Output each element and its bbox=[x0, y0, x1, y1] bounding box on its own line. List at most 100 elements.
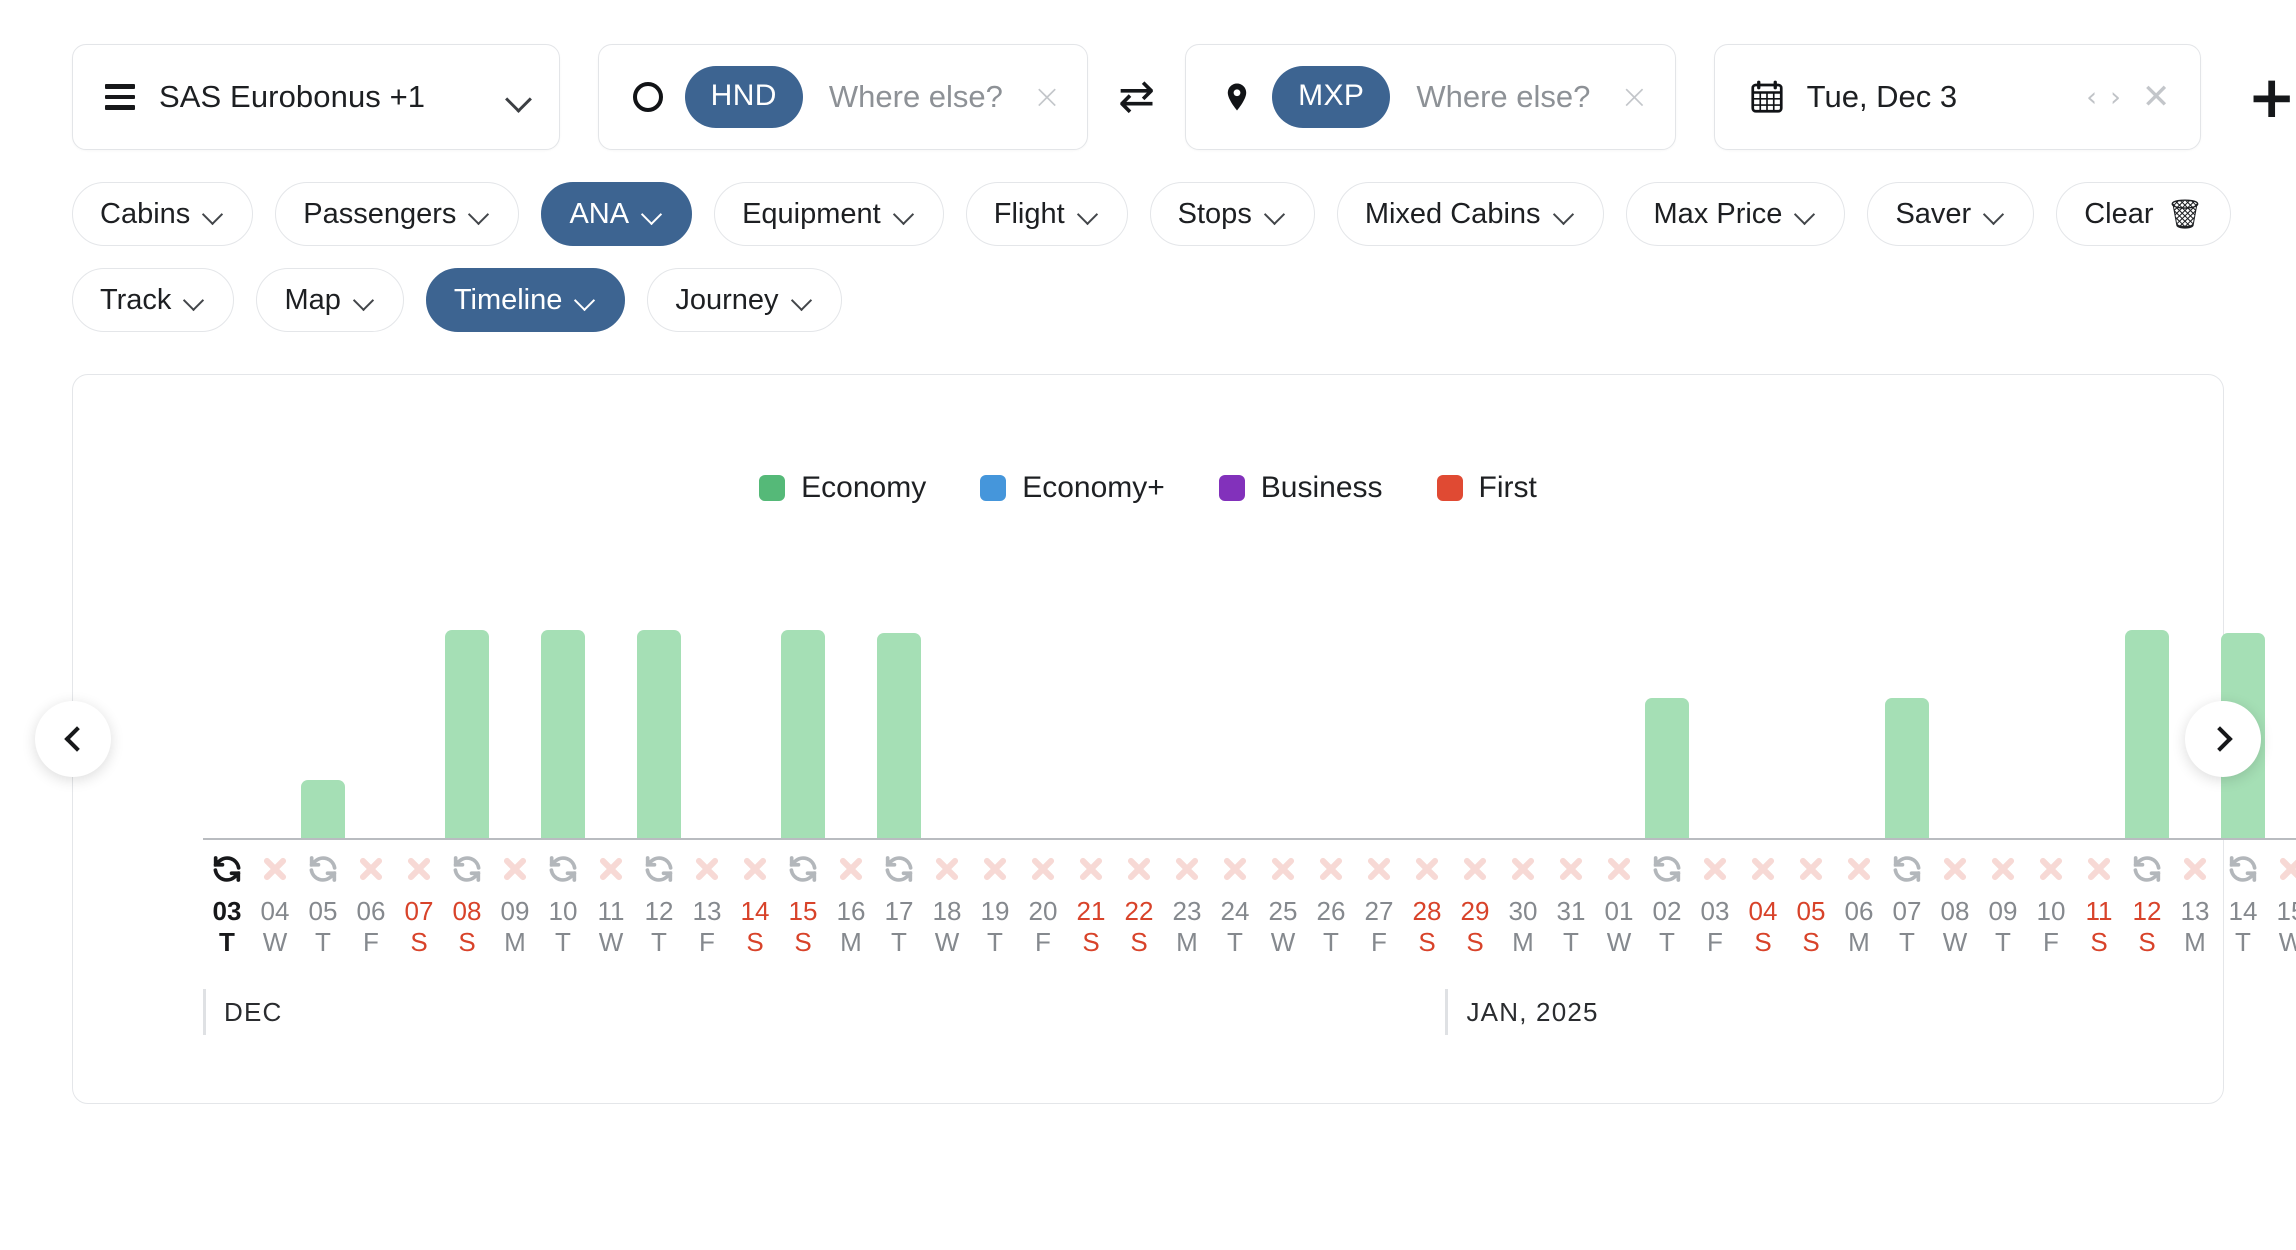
sync-icon[interactable] bbox=[1650, 840, 1684, 898]
chart-bar[interactable] bbox=[637, 630, 681, 839]
timeline-day-column[interactable]: 11 S bbox=[2075, 595, 2123, 958]
sync-icon[interactable] bbox=[306, 840, 340, 898]
timeline-day-column[interactable]: 04 S bbox=[1739, 595, 1787, 958]
next-page-button[interactable] bbox=[2185, 701, 2261, 777]
timeline-day-column[interactable]: 25 W bbox=[1259, 595, 1307, 958]
x-icon[interactable] bbox=[1843, 840, 1875, 898]
timeline-day-column[interactable]: 10 F bbox=[2027, 595, 2075, 958]
x-icon[interactable] bbox=[1555, 840, 1587, 898]
chart-bar[interactable] bbox=[1645, 698, 1689, 839]
origin-code-pill[interactable]: HND bbox=[684, 66, 803, 128]
legend-item-economy-[interactable]: Economy+ bbox=[980, 471, 1165, 505]
x-icon[interactable] bbox=[1747, 840, 1779, 898]
filter-chip-mixed-cabins[interactable]: Mixed Cabins bbox=[1336, 182, 1604, 246]
origin-clear-icon[interactable]: × bbox=[1033, 80, 1062, 114]
prev-page-button[interactable] bbox=[35, 701, 111, 777]
timeline-day-column[interactable]: 22 S bbox=[1115, 595, 1163, 958]
filter-chip-passengers[interactable]: Passengers bbox=[275, 182, 520, 246]
x-icon[interactable] bbox=[1027, 840, 1059, 898]
x-icon[interactable] bbox=[1267, 840, 1299, 898]
x-icon[interactable] bbox=[1123, 840, 1155, 898]
timeline-day-column[interactable]: 29 S bbox=[1451, 595, 1499, 958]
timeline-day-column[interactable]: 20 F bbox=[1019, 595, 1067, 958]
chart-bar[interactable] bbox=[877, 633, 921, 839]
x-icon[interactable] bbox=[1699, 840, 1731, 898]
x-icon[interactable] bbox=[259, 840, 291, 898]
date-field[interactable]: Tue, Dec 3 ‹ › ✕ bbox=[1713, 44, 2202, 150]
x-icon[interactable] bbox=[1603, 840, 1635, 898]
timeline-day-column[interactable]: 26 T bbox=[1307, 595, 1355, 958]
x-icon[interactable] bbox=[2083, 840, 2115, 898]
timeline-day-column[interactable]: 11 W bbox=[587, 595, 635, 958]
chart-bar[interactable] bbox=[781, 630, 825, 839]
timeline-day-column[interactable]: 06 F bbox=[347, 595, 395, 958]
sync-icon[interactable] bbox=[450, 840, 484, 898]
timeline-day-column[interactable]: 05 S bbox=[1787, 595, 1835, 958]
timeline-day-column[interactable]: 18 W bbox=[923, 595, 971, 958]
timeline-day-column[interactable]: 07 T bbox=[1883, 595, 1931, 958]
swap-icon[interactable]: ⇄ bbox=[1118, 75, 1155, 119]
destination-input[interactable]: Where else? bbox=[1416, 79, 1612, 115]
timeline-day-column[interactable]: 31 T bbox=[1547, 595, 1595, 958]
sync-icon[interactable] bbox=[882, 840, 916, 898]
origin-input[interactable]: Where else? bbox=[829, 79, 1025, 115]
timeline-day-column[interactable]: 23 M bbox=[1163, 595, 1211, 958]
filter-chip-flight[interactable]: Flight bbox=[965, 182, 1128, 246]
date-clear-icon[interactable]: ✕ bbox=[2142, 80, 2171, 114]
timeline-day-column[interactable]: 15 S bbox=[779, 595, 827, 958]
chart-bar[interactable] bbox=[301, 780, 345, 839]
timeline-day-column[interactable]: 28 S bbox=[1403, 595, 1451, 958]
chart-bar[interactable] bbox=[541, 630, 585, 839]
timeline-day-column[interactable]: 06 M bbox=[1835, 595, 1883, 958]
sync-icon[interactable] bbox=[2226, 840, 2260, 898]
date-prev-icon[interactable]: ‹ bbox=[2086, 84, 2097, 111]
legend-item-first[interactable]: First bbox=[1436, 471, 1537, 505]
timeline-day-column[interactable]: 17 T bbox=[875, 595, 923, 958]
timeline-day-column[interactable]: 04 W bbox=[251, 595, 299, 958]
sync-icon[interactable] bbox=[210, 840, 244, 898]
timeline-day-column[interactable]: 09 T bbox=[1979, 595, 2027, 958]
timeline-day-column[interactable]: 21 S bbox=[1067, 595, 1115, 958]
x-icon[interactable] bbox=[931, 840, 963, 898]
x-icon[interactable] bbox=[1315, 840, 1347, 898]
sync-icon[interactable] bbox=[2130, 840, 2164, 898]
timeline-day-column[interactable]: 14 S bbox=[731, 595, 779, 958]
sync-icon[interactable] bbox=[786, 840, 820, 898]
timeline-day-column[interactable]: 10 T bbox=[539, 595, 587, 958]
x-icon[interactable] bbox=[1363, 840, 1395, 898]
sync-icon[interactable] bbox=[1890, 840, 1924, 898]
chevron-down-icon[interactable] bbox=[507, 86, 529, 108]
x-icon[interactable] bbox=[1075, 840, 1107, 898]
timeline-day-column[interactable]: 24 T bbox=[1211, 595, 1259, 958]
filter-chip-track[interactable]: Track bbox=[72, 268, 235, 332]
filter-chip-stops[interactable]: Stops bbox=[1149, 182, 1315, 246]
x-icon[interactable] bbox=[1987, 840, 2019, 898]
timeline-day-column[interactable]: 19 T bbox=[971, 595, 1019, 958]
filter-chip-cabins[interactable]: Cabins bbox=[72, 182, 254, 246]
x-icon[interactable] bbox=[1939, 840, 1971, 898]
x-icon[interactable] bbox=[1507, 840, 1539, 898]
timeline-day-column[interactable]: 01 W bbox=[1595, 595, 1643, 958]
destination-field[interactable]: MXP Where else? × bbox=[1185, 44, 1676, 150]
timeline-day-column[interactable]: 08 S bbox=[443, 595, 491, 958]
destination-code-pill[interactable]: MXP bbox=[1272, 66, 1391, 128]
hamburger-icon[interactable] bbox=[105, 84, 135, 110]
timeline-day-column[interactable]: 12 T bbox=[635, 595, 683, 958]
add-segment-button[interactable]: + bbox=[2247, 68, 2296, 126]
chart-bar[interactable] bbox=[1885, 698, 1929, 839]
x-icon[interactable] bbox=[979, 840, 1011, 898]
x-icon[interactable] bbox=[2035, 840, 2067, 898]
timeline-day-column[interactable]: 15W bbox=[2267, 595, 2296, 958]
x-icon[interactable] bbox=[1171, 840, 1203, 898]
x-icon[interactable] bbox=[403, 840, 435, 898]
x-icon[interactable] bbox=[595, 840, 627, 898]
filter-chip-saver[interactable]: Saver bbox=[1867, 182, 2035, 246]
filter-chip-timeline[interactable]: Timeline bbox=[425, 268, 626, 332]
x-icon[interactable] bbox=[499, 840, 531, 898]
filter-chip-equipment[interactable]: Equipment bbox=[714, 182, 944, 246]
sync-icon[interactable] bbox=[546, 840, 580, 898]
timeline-day-column[interactable]: 02 T bbox=[1643, 595, 1691, 958]
destination-clear-icon[interactable]: × bbox=[1620, 80, 1649, 114]
timeline-day-column[interactable]: 05 T bbox=[299, 595, 347, 958]
origin-field[interactable]: HND Where else? × bbox=[597, 44, 1089, 150]
